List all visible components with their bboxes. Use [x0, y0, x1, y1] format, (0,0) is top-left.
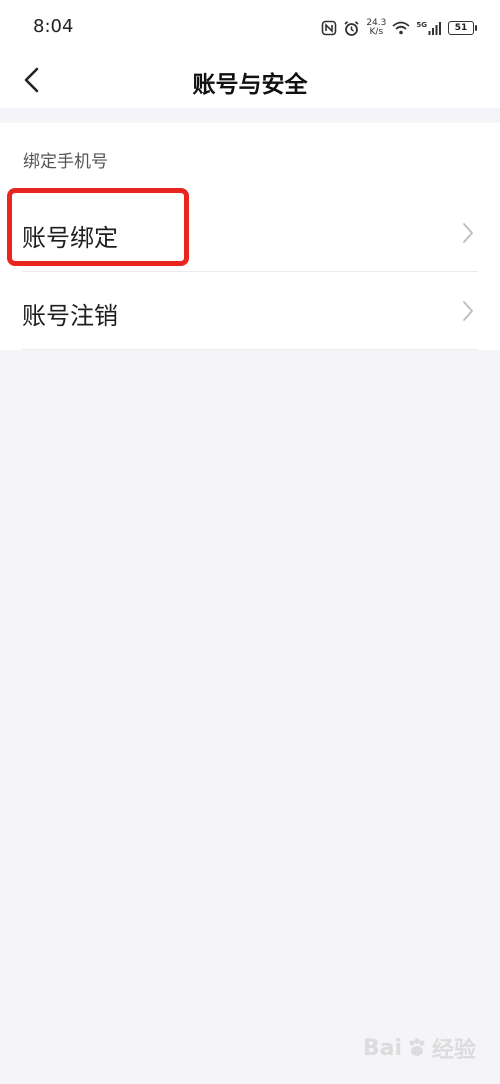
account-deletion-row[interactable]: 账号注销: [0, 272, 500, 350]
wifi-icon: [392, 21, 410, 35]
nav-bar: 账号与安全: [0, 56, 500, 108]
status-icons: 24.3 K/s 5G 51: [321, 14, 477, 42]
chevron-right-icon: [463, 301, 473, 321]
status-bar: 8:04 24.3 K/s 5G 51: [0, 0, 500, 56]
row-divider: [22, 349, 478, 350]
page-title: 账号与安全: [192, 72, 308, 98]
paw-icon: [409, 1038, 425, 1056]
chevron-right-icon: [463, 223, 473, 243]
status-time: 8:04: [33, 16, 74, 37]
alarm-icon: [343, 20, 360, 37]
net-speed-unit: K/s: [369, 27, 384, 37]
watermark: Bai 经验: [363, 1032, 476, 1064]
top-bar: 8:04 24.3 K/s 5G 51 账号与安全: [0, 0, 500, 108]
network-type: 5G: [416, 21, 427, 29]
battery-level: 51: [454, 22, 468, 33]
battery-icon: 51: [448, 21, 477, 35]
watermark-suffix: 经验: [431, 1038, 476, 1063]
watermark-brand: Bai: [362, 1035, 402, 1061]
net-speed: 24.3 K/s: [366, 19, 386, 37]
signal-icon: 5G: [416, 21, 442, 35]
account-deletion-label: 账号注销: [22, 302, 118, 330]
highlight-box: [7, 188, 189, 266]
section-label: 绑定手机号: [23, 152, 108, 172]
nfc-icon: [321, 20, 337, 36]
